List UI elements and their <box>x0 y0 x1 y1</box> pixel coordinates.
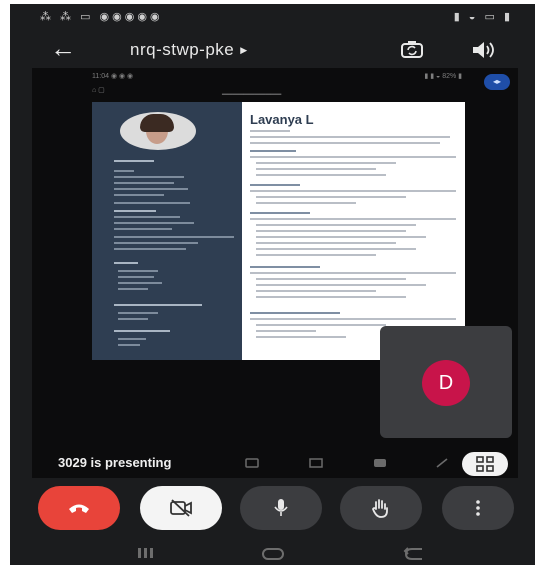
mic-icon <box>274 499 288 516</box>
switch-camera-icon[interactable] <box>398 36 426 64</box>
status-icons-left: ⁂ ⁂ ▭ ◉◉◉◉◉ <box>40 11 163 23</box>
pin-icon <box>476 456 494 472</box>
shared-resume-document: Lavanya L <box>92 102 465 360</box>
pin-button[interactable] <box>462 452 508 476</box>
resume-photo <box>120 112 196 150</box>
camera-off-button[interactable] <box>140 486 222 530</box>
resume-sidebar <box>92 102 242 360</box>
call-controls <box>10 486 535 534</box>
back-nav-icon[interactable] <box>402 546 426 562</box>
status-bar: ⁂ ⁂ ▭ ◉◉◉◉◉ ▮ ◒ ▭ ▮ <box>10 4 535 30</box>
comment-icon[interactable] <box>372 456 388 470</box>
shared-url-bar: ⌂ ▢ ▁▁▁▁▁▁▁▁▁▁▁ <box>92 87 282 95</box>
layout-icon[interactable] <box>308 456 324 470</box>
meeting-header: ← nrq-stwp-pke ▶ <box>10 30 535 70</box>
presenting-bar: 3029 is presenting <box>32 450 518 478</box>
system-nav-bar <box>10 540 535 565</box>
more-vertical-icon <box>476 500 480 516</box>
meeting-title[interactable]: nrq-stwp-pke ▶ <box>130 40 248 60</box>
status-icons-right: ▮ ◒ ▭ ▮ <box>453 11 513 23</box>
mic-button[interactable] <box>240 486 322 530</box>
shared-badge: ◂▸ <box>484 74 510 90</box>
participant-tile[interactable]: D <box>380 326 512 438</box>
camera-off-icon <box>170 499 192 517</box>
home-icon[interactable] <box>260 546 286 562</box>
shared-status-bar: 11:04 ◉ ◉ ◉ ▮ ▮ ◒ 82% ▮ <box>92 73 462 80</box>
more-options-button[interactable] <box>442 486 514 530</box>
speaker-icon[interactable] <box>468 36 496 64</box>
chevron-right-icon: ▶ <box>240 45 248 55</box>
end-call-button[interactable] <box>38 486 120 530</box>
participant-avatar: D <box>422 360 470 406</box>
recent-apps-icon[interactable] <box>134 546 158 560</box>
expand-icon[interactable] <box>434 456 450 470</box>
raise-hand-button[interactable] <box>340 486 422 530</box>
meeting-code: nrq-stwp-pke <box>130 40 235 59</box>
back-arrow-icon[interactable]: ← <box>50 34 76 62</box>
end-call-icon <box>69 504 89 513</box>
resume-name: Lavanya L <box>250 112 314 127</box>
phone-screen: ⁂ ⁂ ▭ ◉◉◉◉◉ ▮ ◒ ▭ ▮ ← nrq-stwp-pke ▶ 11:0… <box>10 4 535 565</box>
raise-hand-icon <box>372 499 388 518</box>
pen-icon[interactable] <box>244 456 260 470</box>
presenter-label: 3029 is presenting <box>58 455 172 470</box>
